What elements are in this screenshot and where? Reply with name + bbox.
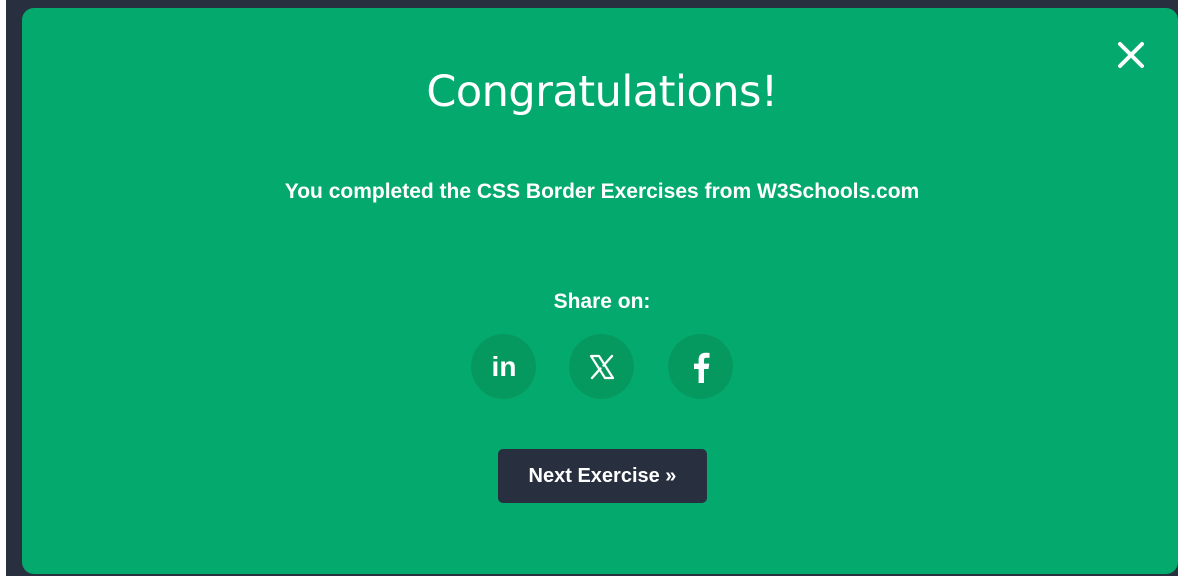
next-exercise-button[interactable]: Next Exercise » xyxy=(498,449,707,503)
share-facebook-button[interactable] xyxy=(668,334,733,399)
x-icon xyxy=(589,354,614,379)
congratulations-modal: Congratulations! You completed the CSS B… xyxy=(22,8,1178,574)
completion-message: You completed the CSS Border Exercises f… xyxy=(284,180,920,203)
share-x-button[interactable] xyxy=(569,334,634,399)
modal-title: Congratulations! xyxy=(426,67,778,117)
share-linkedin-button[interactable]: in xyxy=(471,334,536,399)
linkedin-icon: in xyxy=(491,352,516,382)
linkedin-glyph: in xyxy=(491,352,516,382)
share-label: Share on: xyxy=(553,290,651,313)
facebook-icon xyxy=(693,352,709,383)
